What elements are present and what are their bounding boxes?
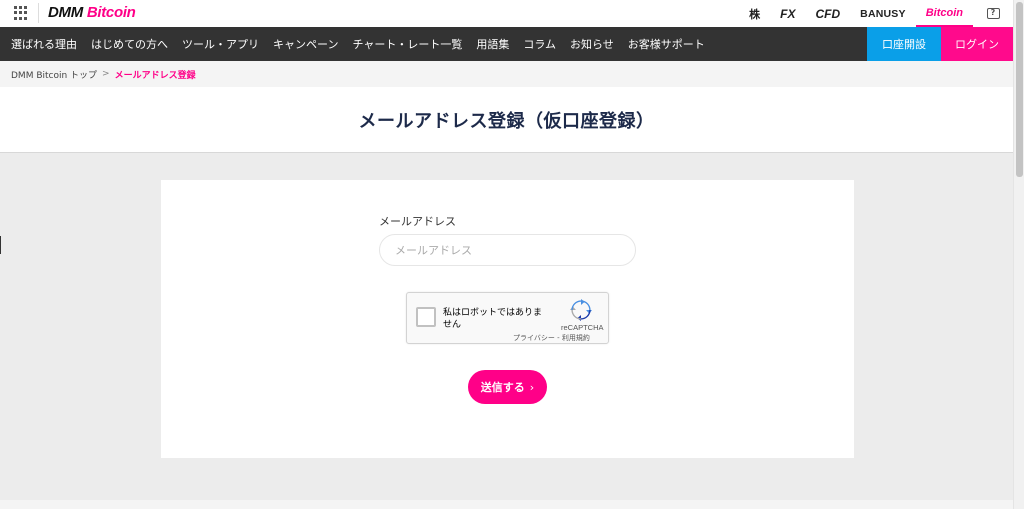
registration-form-card: メールアドレス 私はロボットではありません reCAPTCHA プライバシー -… (161, 180, 854, 458)
nav-item-campaign[interactable]: キャンペーン (266, 36, 345, 52)
brand-fx-link[interactable]: FX (770, 0, 805, 27)
email-label: メールアドレス (379, 215, 456, 228)
submit-button[interactable]: 送信する › (468, 370, 547, 404)
nav-item-tools[interactable]: ツール・アプリ (175, 36, 266, 52)
brand-stock-link[interactable]: 株 (739, 0, 770, 27)
nav-item-charts[interactable]: チャート・レート一覧 (345, 36, 469, 52)
brand-switcher: 株 FX CFD BANUSY Bitcoin ? (739, 0, 1013, 27)
nav-item-news[interactable]: お知らせ (563, 36, 621, 52)
brand-cfd-link[interactable]: CFD (806, 0, 851, 27)
title-band: メールアドレス登録（仮口座登録） (0, 87, 1013, 153)
recaptcha-terms-link[interactable]: プライバシー - 利用規約 (513, 333, 590, 343)
submit-button-label: 送信する (480, 381, 525, 394)
nav-item-beginners[interactable]: はじめての方へ (84, 36, 175, 52)
footer-strip (0, 500, 1013, 509)
recaptcha-brand: reCAPTCHA (561, 323, 604, 332)
login-button[interactable]: ログイン (941, 27, 1013, 61)
help-icon[interactable]: ? (973, 0, 1013, 27)
nav-item-column[interactable]: コラム (516, 36, 563, 52)
email-input[interactable] (379, 234, 636, 266)
page-title: メールアドレス登録（仮口座登録） (358, 110, 655, 132)
breadcrumb-home-link[interactable]: DMM Bitcoin トップ (11, 68, 97, 81)
nav-item-reasons[interactable]: 選ばれる理由 (4, 36, 84, 52)
open-account-button[interactable]: 口座開設 (867, 27, 941, 61)
recaptcha-checkbox[interactable] (416, 307, 436, 327)
app-grid-icon[interactable] (14, 6, 28, 20)
scrollbar-thumb[interactable] (1016, 2, 1023, 177)
main-nav: 選ばれる理由 はじめての方へ ツール・アプリ キャンペーン チャート・レート一覧… (0, 27, 1013, 61)
recaptcha-logo-icon (570, 299, 592, 321)
breadcrumb-current: メールアドレス登録 (114, 70, 196, 81)
dmm-bitcoin-logo[interactable]: DMM Bitcoin (48, 4, 136, 21)
brand-banusy-link[interactable]: BANUSY (850, 0, 916, 27)
page-scrollbar[interactable] (1013, 0, 1024, 509)
top-header: DMM Bitcoin 株 FX CFD BANUSY Bitcoin ? (0, 0, 1013, 27)
brand-bitcoin-link[interactable]: Bitcoin (915, 0, 973, 27)
nav-item-glossary[interactable]: 用語集 (469, 36, 516, 52)
nav-item-support[interactable]: お客様サポート (621, 36, 712, 52)
header-divider (38, 3, 39, 23)
breadcrumb-separator: > (102, 69, 110, 79)
left-edge-marker (0, 236, 1, 254)
chevron-right-icon: › (529, 380, 535, 394)
breadcrumb: DMM Bitcoin トップ > メールアドレス登録 (0, 61, 1013, 87)
recaptcha-widget: 私はロボットではありません reCAPTCHA プライバシー - 利用規約 (406, 292, 609, 344)
recaptcha-label: 私はロボットではありません (443, 308, 543, 330)
